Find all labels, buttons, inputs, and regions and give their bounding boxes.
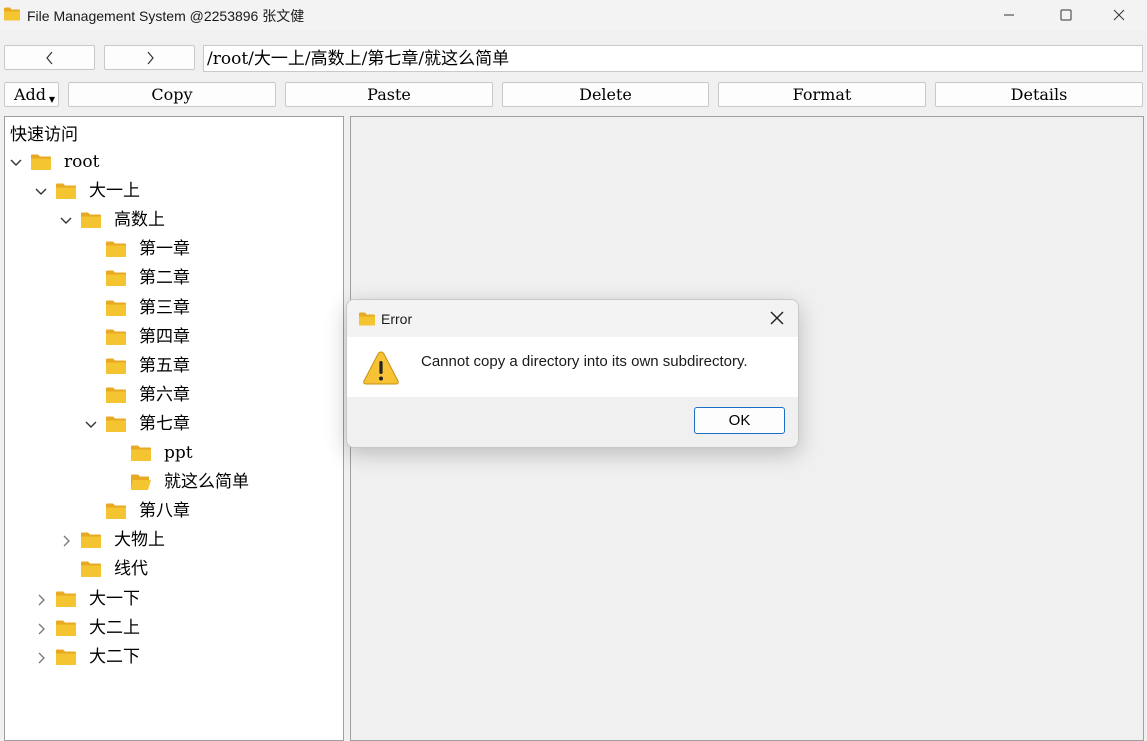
forward-button[interactable] <box>104 45 195 70</box>
tree-node[interactable]: 就这么简单 <box>109 470 343 495</box>
folder-open-icon <box>130 473 152 495</box>
error-dialog: Error Cannot copy a directory into its o… <box>346 299 799 448</box>
dialog-title-bar: Error <box>347 300 798 337</box>
tree-node-label: 第四章 <box>139 326 190 347</box>
folder-icon <box>80 531 102 553</box>
maximize-button[interactable] <box>1043 0 1089 30</box>
tree-node-label: 线代 <box>114 559 148 580</box>
tree-node-label: 大一下 <box>89 588 140 609</box>
paste-button[interactable]: Paste <box>285 82 493 107</box>
tree-node[interactable]: 第一章 <box>84 237 343 262</box>
dropdown-arrow-icon: ▼ <box>48 95 55 104</box>
folder-icon <box>55 182 77 204</box>
window-title: File Management System @2253896 张文健 <box>27 8 305 24</box>
tree-title: 快速访问 <box>10 125 78 145</box>
tree-node[interactable]: 线代 <box>59 557 339 581</box>
folder-icon <box>55 648 77 670</box>
tree-node[interactable]: 大二上 <box>34 616 314 640</box>
tree-node[interactable]: 大一上 <box>34 179 314 203</box>
tree-node[interactable]: root <box>9 150 289 174</box>
chevron-right-icon[interactable] <box>34 592 48 611</box>
minimize-icon <box>1004 14 1014 16</box>
folder-icon <box>105 386 127 408</box>
add-button-label: Add <box>14 85 47 104</box>
folder-icon <box>105 269 127 291</box>
folder-icon <box>105 328 127 350</box>
folder-icon <box>105 240 127 262</box>
chevron-right-icon[interactable] <box>34 621 48 640</box>
minimize-button[interactable] <box>986 0 1032 30</box>
tree-node[interactable]: 大二下 <box>34 645 314 669</box>
tree-node-label: 就这么简单 <box>164 472 249 493</box>
back-button[interactable] <box>4 45 95 70</box>
format-button[interactable]: Format <box>718 82 926 107</box>
folder-icon <box>358 311 376 332</box>
tree-node-label: 第三章 <box>139 297 190 318</box>
details-button[interactable]: Details <box>935 82 1143 107</box>
copy-button[interactable]: Copy <box>68 82 276 107</box>
folder-icon <box>130 444 152 466</box>
tree-node-label: 大物上 <box>114 530 165 551</box>
chevron-down-icon[interactable] <box>34 184 48 203</box>
tree-node[interactable]: 大物上 <box>59 528 339 552</box>
quick-access-tree[interactable]: 快速访问 root 大一上高数上第一章第二章第三章第四章第五章第六章第七章 ppt 就… <box>4 116 344 741</box>
path-input[interactable]: /root/大一上/高数上/第七章/就这么简单 <box>203 45 1143 72</box>
maximize-icon <box>1060 9 1072 21</box>
dialog-body: Cannot copy a directory into its own sub… <box>347 337 798 397</box>
title-bar: File Management System @2253896 张文健 <box>0 0 1147 30</box>
folder-icon <box>105 357 127 379</box>
tree-node[interactable]: 大一下 <box>34 587 314 611</box>
folder-icon <box>80 560 102 582</box>
chevron-right-icon[interactable] <box>59 533 73 552</box>
tree-node-label: 第五章 <box>139 355 190 376</box>
tree-node-label: ppt <box>164 443 193 463</box>
folder-icon <box>105 415 127 437</box>
tree-node-label: 大二上 <box>89 617 140 638</box>
add-button[interactable]: Add ▼ <box>4 82 59 107</box>
warning-icon <box>362 350 400 391</box>
folder-icon <box>80 211 102 233</box>
tree-node[interactable]: 第二章 <box>84 266 343 291</box>
tree-node[interactable]: 第七章 <box>84 412 343 437</box>
tree-node[interactable]: 第六章 <box>84 383 343 408</box>
delete-button[interactable]: Delete <box>502 82 709 107</box>
close-icon <box>770 311 784 325</box>
tree-node-label: 第一章 <box>139 239 190 260</box>
chevron-right-icon[interactable] <box>34 650 48 669</box>
tree-node[interactable]: 第三章 <box>84 296 343 321</box>
folder-icon <box>55 619 77 641</box>
folder-icon <box>105 299 127 321</box>
tree-node[interactable]: 高数上 <box>59 208 339 232</box>
ok-button[interactable]: OK <box>694 407 785 434</box>
tree-node-label: 第七章 <box>139 413 190 434</box>
dialog-close-button[interactable] <box>768 309 786 327</box>
tree-node-label: 大二下 <box>89 646 140 667</box>
dialog-title: Error <box>381 311 413 327</box>
chevron-down-icon[interactable] <box>9 155 23 174</box>
chevron-down-icon[interactable] <box>84 417 98 436</box>
chevron-left-icon <box>45 51 52 65</box>
tree-node[interactable]: 第八章 <box>84 499 343 524</box>
tree-node-label: 第六章 <box>139 384 190 405</box>
close-icon <box>1113 9 1125 21</box>
close-button[interactable] <box>1096 0 1142 30</box>
tree-node-label: root <box>64 152 100 172</box>
tree-node[interactable]: 第五章 <box>84 354 343 379</box>
tree-node-label: 第八章 <box>139 501 190 522</box>
chevron-down-icon[interactable] <box>59 213 73 232</box>
tree-node[interactable]: ppt <box>109 441 343 466</box>
tree-node-label: 大一上 <box>89 181 140 202</box>
folder-icon <box>3 6 21 26</box>
dialog-message: Cannot copy a directory into its own sub… <box>421 353 748 370</box>
folder-icon <box>55 590 77 612</box>
folder-icon <box>105 502 127 524</box>
tree-node[interactable]: 第四章 <box>84 325 343 350</box>
tree-node-label: 第二章 <box>139 268 190 289</box>
folder-icon <box>30 153 52 175</box>
tree-node-label: 高数上 <box>114 210 165 231</box>
chevron-right-icon <box>147 51 154 65</box>
